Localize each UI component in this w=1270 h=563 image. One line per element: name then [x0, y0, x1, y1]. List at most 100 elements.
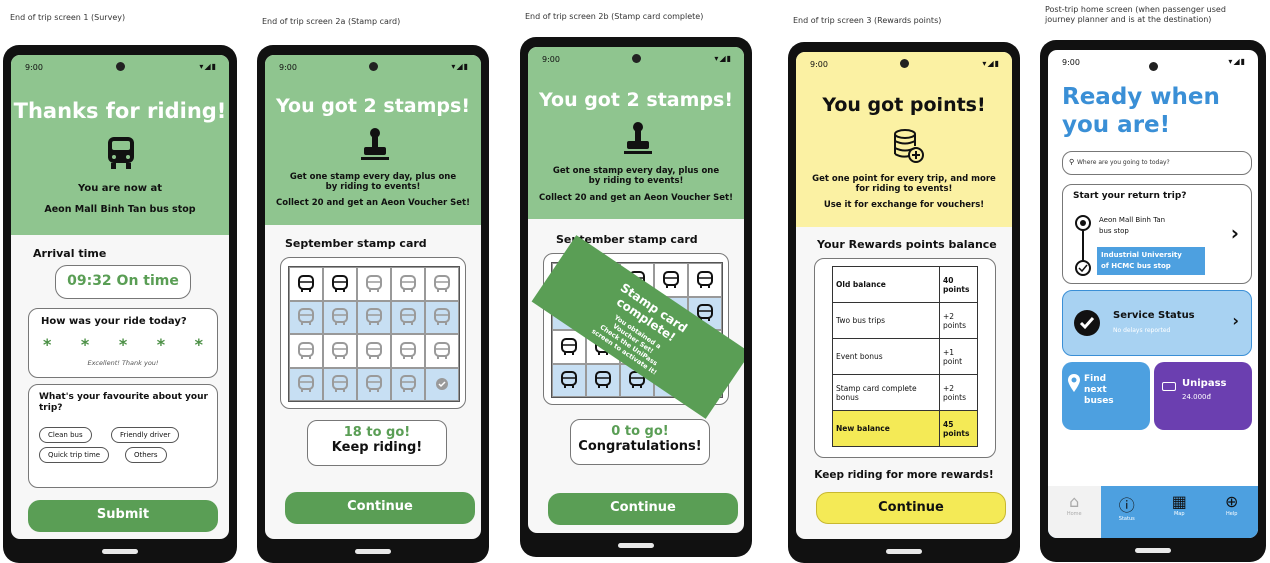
- bus-icon: [663, 270, 679, 288]
- screen-rewards: 9:00 ▾◢▮ You got points! Get one point f…: [796, 52, 1012, 539]
- find-line1: Find: [1084, 374, 1107, 384]
- caption-home-line2: journey planner and is at the destinatio…: [1045, 15, 1212, 24]
- survey-header: 9:00 ▾◢▮ Thanks for riding! You are now …: [11, 55, 229, 235]
- caption-stamp-card: End of trip screen 2a (Stamp card): [262, 17, 401, 26]
- submit-button[interactable]: Submit: [28, 500, 218, 532]
- bus-icon: [366, 274, 382, 292]
- survey-location-line2: Aeon Mall Binh Tan bus stop: [44, 204, 196, 215]
- stamp-cell: [391, 300, 425, 334]
- home-indicator: [886, 549, 922, 554]
- signal-battery-icon: ▾◢▮: [1228, 57, 1246, 66]
- bus-icon: [400, 274, 416, 292]
- stamp-progress-box: 18 to go! Keep riding!: [307, 420, 447, 466]
- location-pin-icon: [1068, 374, 1080, 392]
- star-rating[interactable]: * * * * *: [43, 335, 203, 354]
- route-icon: [1075, 215, 1091, 276]
- stamp-cell: [357, 334, 391, 368]
- star-icon[interactable]: *: [81, 335, 89, 354]
- stamp-cell: [323, 267, 357, 301]
- unipass-amount: 24.000đ: [1182, 393, 1211, 401]
- unipass-card[interactable]: Unipass 24.000đ: [1154, 362, 1252, 430]
- points-rule-text: Get one point for every trip, and more f…: [812, 174, 996, 194]
- continue-button[interactable]: Continue: [816, 492, 1006, 524]
- screen-home: 9:00 ▾◢▮ Ready when you are! ⚲ Where are…: [1048, 50, 1258, 538]
- complete-header: 9:00 ▾◢▮ You got 2 stamps! Get one stamp…: [528, 47, 744, 219]
- service-status-title: Service Status: [1113, 310, 1195, 321]
- stamp-cell: [289, 300, 323, 334]
- star-icon[interactable]: *: [43, 335, 51, 354]
- nav-home-label: Home: [1066, 511, 1082, 517]
- tag-others[interactable]: Others: [125, 447, 167, 463]
- caption-stamp-complete: End of trip screen 2b (Stamp card comple…: [525, 12, 704, 21]
- coins-icon: [894, 129, 924, 163]
- arrival-time-value: 09:32 On time: [67, 273, 179, 289]
- stamp-goal-text: Collect 20 and get an Aeon Voucher Set!: [276, 198, 470, 208]
- nav-status[interactable]: ⓘ Status: [1101, 486, 1154, 538]
- find-buses-card[interactable]: Find next buses: [1062, 362, 1150, 430]
- complete-congrats: Congratulations!: [578, 439, 702, 454]
- ride-question: How was your ride today?: [41, 316, 187, 327]
- nav-help[interactable]: ⊕ Help: [1206, 486, 1259, 538]
- points-row: Two bus trips +2 points: [832, 302, 978, 339]
- favourite-box: What's your favourite about your trip? C…: [28, 384, 218, 488]
- continue-button[interactable]: Continue: [548, 493, 738, 525]
- stamp-cell: [323, 334, 357, 368]
- return-trip-card[interactable]: Start your return trip? Aeon Mall Binh T…: [1062, 184, 1252, 284]
- tag-friendly-driver[interactable]: Friendly driver: [111, 427, 180, 443]
- ride-rating-box: How was your ride today? * * * * * Excel…: [28, 308, 218, 378]
- service-status-sub: No delays reported: [1113, 327, 1171, 334]
- stamp-cell: [391, 367, 425, 401]
- camera-icon: [1149, 62, 1158, 71]
- stamp-cell: [289, 367, 323, 401]
- stamp-icon: [624, 122, 652, 154]
- nav-status-label: Status: [1118, 516, 1135, 522]
- star-icon[interactable]: *: [195, 335, 203, 354]
- nav-map[interactable]: ▦ Map: [1153, 486, 1206, 538]
- complete-rule-text: Get one stamp every day, plus one by rid…: [552, 166, 720, 186]
- to-stop-line2: of HCMC bus stop: [1101, 262, 1171, 270]
- tag-quick-trip-time[interactable]: Quick trip time: [39, 447, 110, 463]
- caption-home: Post-trip home screen (when passenger us…: [1045, 5, 1226, 25]
- points-row-value: 40 points: [939, 266, 978, 303]
- from-stop-line1: Aeon Mall Binh Tan: [1099, 216, 1166, 224]
- service-status-card[interactable]: Service Status No delays reported ›: [1062, 290, 1252, 356]
- complete-progress: 0 to go!: [611, 424, 669, 439]
- bus-icon: [434, 341, 450, 359]
- points-title: You got points!: [822, 94, 986, 116]
- points-use-text: Use it for exchange for vouchers!: [823, 200, 985, 210]
- camera-icon: [900, 59, 909, 68]
- bus-icon: [366, 341, 382, 359]
- nav-home[interactable]: ⌂ Home: [1048, 486, 1101, 538]
- chevron-right-icon: ›: [1232, 311, 1239, 330]
- signal-battery-icon: ▾◢▮: [451, 62, 469, 71]
- keep-riding-text: Keep riding for more rewards!: [814, 469, 994, 481]
- screen-stamp-complete: 9:00 ▾◢▮ You got 2 stamps! Get one stamp…: [528, 47, 744, 533]
- home-indicator: [355, 549, 391, 554]
- status-time: 9:00: [1062, 58, 1080, 67]
- camera-icon: [369, 62, 378, 71]
- chevron-right-icon[interactable]: ›: [1231, 221, 1239, 245]
- signal-battery-icon: ▾◢▮: [199, 62, 217, 71]
- globe-icon: ⊕: [1225, 492, 1239, 511]
- search-input[interactable]: ⚲ Where are you going to today?: [1062, 151, 1252, 175]
- continue-button[interactable]: Continue: [285, 492, 475, 524]
- points-row: New balance 45 points: [832, 410, 978, 447]
- phone-rewards: 9:00 ▾◢▮ You got points! Get one point f…: [788, 42, 1020, 563]
- star-icon[interactable]: *: [119, 335, 127, 354]
- bus-icon: [298, 341, 314, 359]
- points-row-value: 45 points: [939, 410, 978, 447]
- home-title-line1: Ready when: [1062, 84, 1220, 110]
- stamp-card-title: September stamp card: [285, 237, 427, 250]
- return-from-stop: Aeon Mall Binh Tan bus stop: [1099, 215, 1165, 237]
- points-table: Old balance 40 points Two bus trips +2 poin…: [832, 266, 978, 447]
- stamp-cell: [391, 267, 425, 301]
- home-indicator: [102, 549, 138, 554]
- rating-feedback: Excellent! Thank you!: [87, 359, 159, 367]
- screen-survey: 9:00 ▾◢▮ Thanks for riding! You are now …: [11, 55, 229, 539]
- check-circle-icon: [436, 378, 448, 391]
- tag-clean-bus[interactable]: Clean bus: [39, 427, 92, 443]
- points-row-label: Two bus trips: [832, 302, 940, 339]
- star-icon[interactable]: *: [157, 335, 165, 354]
- points-row-label: Event bonus: [832, 338, 940, 375]
- signal-battery-icon: ▾◢▮: [714, 54, 732, 63]
